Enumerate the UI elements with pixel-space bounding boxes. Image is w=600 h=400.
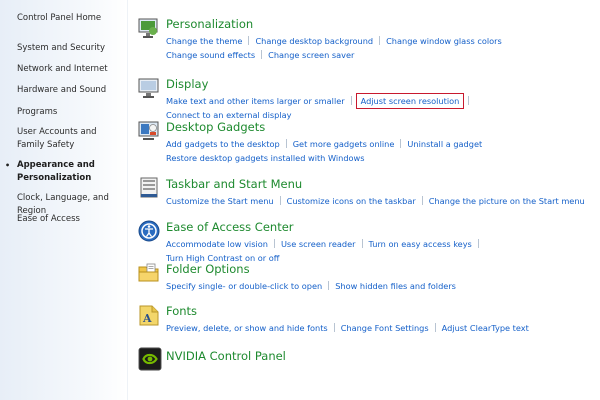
sidebar-item-appearance-and-personalization[interactable]: • Appearance and Personalization <box>5 159 125 185</box>
sidebar: Control Panel Home System and Security N… <box>0 0 128 400</box>
customize-taskbar-icons-link[interactable]: Customize icons on the taskbar <box>287 196 416 206</box>
single-double-click-link[interactable]: Specify single- or double-click to open <box>166 281 322 291</box>
display-title-link[interactable]: Display <box>166 77 208 91</box>
restore-desktop-gadgets-link[interactable]: Restore desktop gadgets installed with W… <box>166 153 365 163</box>
link-separator <box>434 323 436 332</box>
desktop-gadgets-title-link[interactable]: Desktop Gadgets <box>166 120 265 134</box>
ease-of-access-links: Accommodate low vision Use screen reader T… <box>166 237 594 265</box>
sidebar-item-programs[interactable]: Programs <box>17 106 125 119</box>
personalization-links: Change the theme Change desktop backgroun… <box>166 34 594 62</box>
link-separator <box>379 36 381 45</box>
change-desktop-background-link[interactable]: Change desktop background <box>255 36 373 46</box>
category-fonts: A Fonts Preview, delete, or show and hid… <box>138 304 594 338</box>
link-separator <box>273 239 275 248</box>
sidebar-item-system-and-security[interactable]: System and Security <box>17 42 125 55</box>
link-separator <box>279 196 281 205</box>
sidebar-item-label: Appearance and Personalization <box>17 160 95 183</box>
display-links: Make text and other items larger or smal… <box>166 93 594 122</box>
link-separator <box>328 281 330 290</box>
change-sound-effects-link[interactable]: Change sound effects <box>166 50 255 60</box>
folder-options-title-link[interactable]: Folder Options <box>166 262 250 276</box>
nvidia-icon <box>138 347 162 371</box>
get-more-gadgets-link[interactable]: Get more gadgets online <box>293 139 395 149</box>
make-text-larger-link[interactable]: Make text and other items larger or smal… <box>166 96 345 106</box>
preview-fonts-link[interactable]: Preview, delete, or show and hide fonts <box>166 323 328 333</box>
taskbar-links: Customize the Start menu Customize icons … <box>166 194 594 208</box>
customize-start-menu-link[interactable]: Customize the Start menu <box>166 196 274 206</box>
fonts-icon: A <box>139 305 159 326</box>
folder-options-icon <box>138 263 159 282</box>
category-taskbar-and-start-menu: Taskbar and Start Menu Customize the Sta… <box>138 177 594 211</box>
easy-access-keys-link[interactable]: Turn on easy access keys <box>369 239 472 249</box>
show-hidden-files-link[interactable]: Show hidden files and folders <box>335 281 456 291</box>
folder-options-links: Specify single- or double-click to open S… <box>166 279 594 293</box>
taskbar-icon <box>140 177 158 198</box>
taskbar-title-link[interactable]: Taskbar and Start Menu <box>166 177 302 191</box>
change-theme-link[interactable]: Change the theme <box>166 36 242 46</box>
category-display: Display Make text and other items larger… <box>138 77 594 120</box>
personalization-icon <box>138 18 158 38</box>
nvidia-control-panel-title-link[interactable]: NVIDIA Control Panel <box>166 349 286 363</box>
link-separator <box>361 239 363 248</box>
link-separator <box>468 96 470 105</box>
link-separator <box>400 139 402 148</box>
category-ease-of-access-center: Ease of Access Center Accommodate low vi… <box>138 220 594 263</box>
link-separator <box>285 139 287 148</box>
sidebar-item-ease-of-access[interactable]: Ease of Access <box>17 213 125 226</box>
current-section-bullet-icon: • <box>5 161 11 170</box>
accommodate-low-vision-link[interactable]: Accommodate low vision <box>166 239 268 249</box>
desktop-gadgets-icon <box>138 121 159 140</box>
category-desktop-gadgets: Desktop Gadgets Add gadgets to the deskt… <box>138 120 594 166</box>
link-separator <box>248 36 250 45</box>
change-window-glass-colors-link[interactable]: Change window glass colors <box>386 36 502 46</box>
sidebar-item-user-accounts[interactable]: User Accounts and Family Safety <box>17 126 125 152</box>
link-separator <box>350 96 352 105</box>
change-start-menu-picture-link[interactable]: Change the picture on the Start menu <box>429 196 585 206</box>
category-folder-options: Folder Options Specify single- or double… <box>138 262 594 296</box>
link-separator <box>261 50 263 59</box>
use-screen-reader-link[interactable]: Use screen reader <box>281 239 356 249</box>
svg-text:A: A <box>142 312 152 325</box>
desktop-gadgets-links: Add gadgets to the desktop Get more gadge… <box>166 137 594 165</box>
adjust-cleartype-link[interactable]: Adjust ClearType text <box>442 323 529 333</box>
sidebar-item-network-and-internet[interactable]: Network and Internet <box>17 63 125 76</box>
control-panel-home-link[interactable]: Control Panel Home <box>17 12 125 25</box>
add-gadgets-link[interactable]: Add gadgets to the desktop <box>166 139 280 149</box>
ease-of-access-center-title-link[interactable]: Ease of Access Center <box>166 220 294 234</box>
personalization-title-link[interactable]: Personalization <box>166 17 253 31</box>
link-separator <box>333 323 335 332</box>
change-screen-saver-link[interactable]: Change screen saver <box>268 50 354 60</box>
adjust-screen-resolution-link[interactable]: Adjust screen resolution <box>355 93 465 109</box>
category-nvidia-control-panel: NVIDIA Control Panel <box>138 347 594 377</box>
connect-external-display-link[interactable]: Connect to an external display <box>166 110 291 120</box>
link-separator <box>477 239 479 248</box>
fonts-links: Preview, delete, or show and hide fonts C… <box>166 321 594 335</box>
sidebar-item-hardware-and-sound[interactable]: Hardware and Sound <box>17 84 125 97</box>
link-separator <box>421 196 423 205</box>
category-personalization: Personalization Change the theme Change d… <box>138 17 594 67</box>
change-font-settings-link[interactable]: Change Font Settings <box>341 323 429 333</box>
display-monitor-icon <box>138 78 159 98</box>
uninstall-gadget-link[interactable]: Uninstall a gadget <box>407 139 482 149</box>
ease-of-access-icon <box>138 220 160 242</box>
fonts-title-link[interactable]: Fonts <box>166 304 197 318</box>
